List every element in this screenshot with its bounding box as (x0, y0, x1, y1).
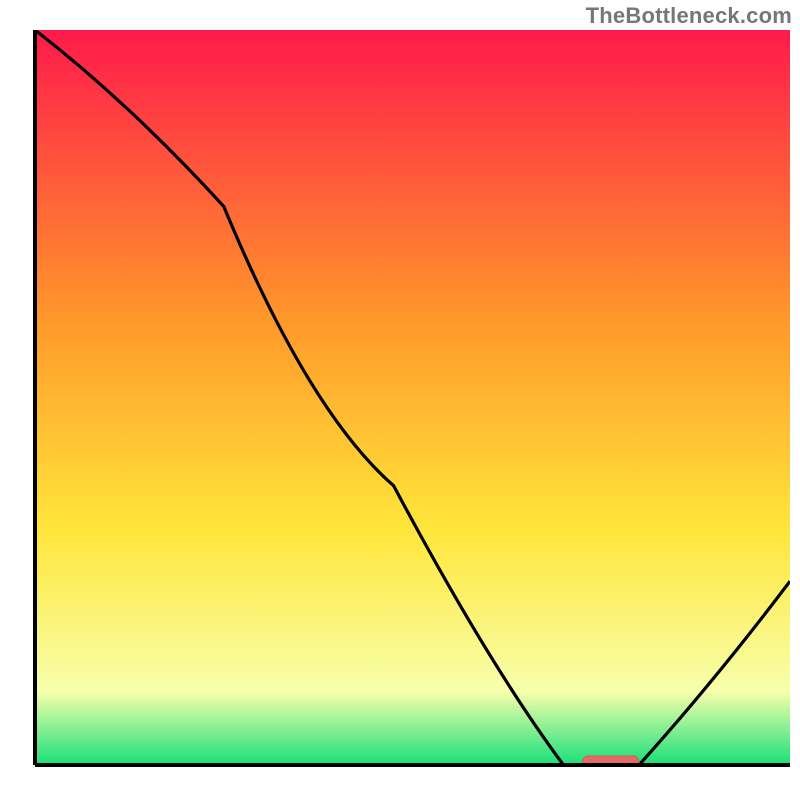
watermark-text: TheBottleneck.com (586, 3, 792, 29)
bottleneck-chart: TheBottleneck.com (0, 0, 800, 800)
plot-svg (0, 0, 800, 800)
optimal-marker (582, 756, 639, 769)
gradient-background (35, 30, 790, 765)
